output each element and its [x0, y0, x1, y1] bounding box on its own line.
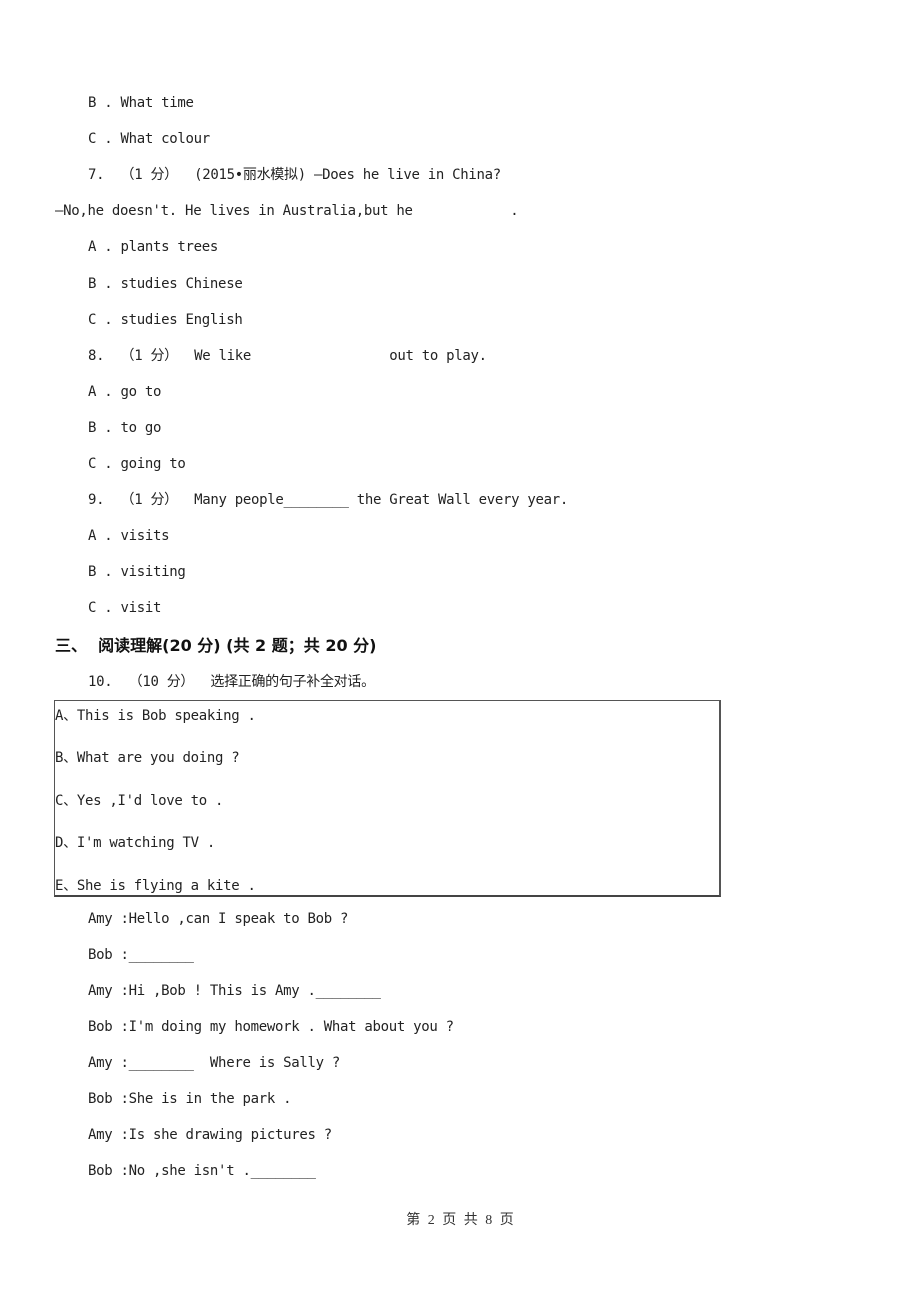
q10-option-a: A、This is Bob speaking . — [55, 708, 256, 724]
q9-option-c: C . visit — [88, 600, 162, 616]
dialogue-line: Amy :Hi ,Bob ! This is Amy .________ — [88, 983, 381, 999]
q9-option-a: A . visits — [88, 528, 170, 544]
dialogue-line: Amy :________ Where is Sally ? — [88, 1055, 340, 1071]
dialogue-line: Bob :She is in the park . — [88, 1091, 292, 1107]
dialogue-line: Bob :I'm doing my homework . What about … — [88, 1019, 454, 1035]
q7-option-c: C . studies English — [88, 312, 243, 328]
q7-option-b: B . studies Chinese — [88, 276, 243, 292]
q7-stem: 7. （1 分） (2015•丽水模拟) —Does he live in Ch… — [88, 167, 501, 183]
q10-stem: 10. （10 分） 选择正确的句子补全对话。 — [88, 674, 375, 690]
dialogue-line: Bob :________ — [88, 947, 194, 963]
dialogue-line: Amy :Hello ,can I speak to Bob ? — [88, 911, 349, 927]
section-heading-reading: 三、 阅读理解(20 分) (共 2 题；共 20 分) — [55, 636, 377, 655]
q6-option-c: C . What colour — [88, 131, 210, 147]
q8-option-a: A . go to — [88, 384, 162, 400]
page-footer: 第 2 页 共 8 页 — [406, 1213, 514, 1228]
q8-stem: 8. （1 分） We like out to play. — [88, 348, 487, 364]
q10-option-d: D、I'm watching TV . — [55, 835, 216, 851]
q10-option-b: B、What are you doing ? — [55, 750, 240, 766]
q10-option-c: C、Yes ,I'd love to . — [55, 793, 224, 809]
q7-stem-continued: —No,he doesn't. He lives in Australia,bu… — [55, 203, 519, 219]
dialogue-line: Bob :No ,she isn't .________ — [88, 1163, 316, 1179]
dialogue-line: Amy :Is she drawing pictures ? — [88, 1127, 332, 1143]
q10-options-box: A、This is Bob speaking . B、What are you … — [54, 700, 721, 897]
q6-option-b: B . What time — [88, 95, 194, 111]
q8-option-b: B . to go — [88, 420, 162, 436]
q10-option-e: E、She is flying a kite . — [55, 878, 256, 894]
q9-option-b: B . visiting — [88, 564, 186, 580]
q8-option-c: C . going to — [88, 456, 186, 472]
q9-stem: 9. （1 分） Many people________ the Great W… — [88, 492, 569, 508]
q7-option-a: A . plants trees — [88, 239, 219, 255]
